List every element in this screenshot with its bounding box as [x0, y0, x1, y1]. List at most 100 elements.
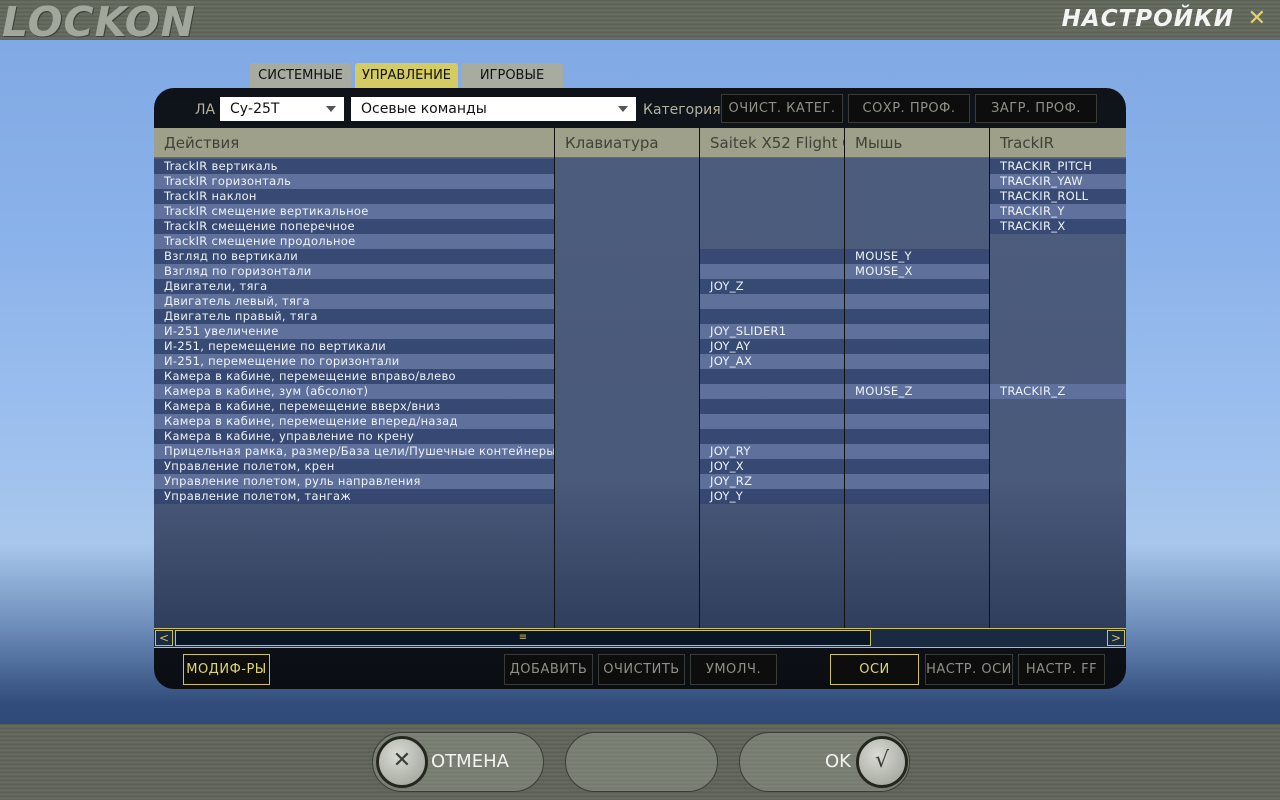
table-row[interactable]: Прицельная рамка, размер/База цели/Пушеч…	[154, 444, 1126, 459]
keyboard-cell[interactable]	[555, 234, 699, 249]
keyboard-cell[interactable]	[555, 369, 699, 384]
joystick-cell[interactable]	[700, 264, 844, 279]
keyboard-cell[interactable]	[555, 444, 699, 459]
action-cell[interactable]: TrackIR горизонталь	[154, 174, 554, 189]
keyboard-cell[interactable]	[555, 174, 699, 189]
table-row[interactable]: Камера в кабине, перемещение вперед/наза…	[154, 414, 1126, 429]
column-header-joystick[interactable]: Saitek X52 Flight C	[700, 128, 853, 158]
joystick-cell[interactable]: JOY_AX	[700, 354, 844, 369]
trackir-cell[interactable]	[990, 354, 1126, 369]
action-cell[interactable]: Управление полетом, руль направления	[154, 474, 554, 489]
trackir-cell[interactable]	[990, 489, 1126, 504]
tab-gameplay[interactable]: ИГРОВЫЕ	[461, 63, 563, 88]
table-row[interactable]: Камера в кабине, перемещение вправо/влев…	[154, 369, 1126, 384]
keyboard-cell[interactable]	[555, 279, 699, 294]
joystick-cell[interactable]: JOY_X	[700, 459, 844, 474]
mouse-cell[interactable]: MOUSE_Z	[845, 384, 989, 399]
table-row[interactable]: Камера в кабине, управление по крену	[154, 429, 1126, 444]
keyboard-cell[interactable]	[555, 384, 699, 399]
keyboard-cell[interactable]	[555, 249, 699, 264]
column-header-keyboard[interactable]: Клавиатура	[555, 128, 699, 158]
table-row[interactable]: TrackIR смещение продольное	[154, 234, 1126, 249]
mouse-cell[interactable]: MOUSE_Y	[845, 249, 989, 264]
table-row[interactable]: TrackIR наклон TRACKIR_ROLL	[154, 189, 1126, 204]
table-row[interactable]: Взгляд по горизонтали MOUSE_X	[154, 264, 1126, 279]
mouse-cell[interactable]	[845, 294, 989, 309]
keyboard-cell[interactable]	[555, 429, 699, 444]
joystick-cell[interactable]: JOY_RY	[700, 444, 844, 459]
load-profile-button[interactable]: ЗАГР. ПРОФ.	[975, 94, 1097, 123]
tab-system[interactable]: СИСТЕМНЫЕ	[250, 63, 351, 88]
trackir-cell[interactable]: TRACKIR_PITCH	[990, 159, 1126, 174]
trackir-cell[interactable]	[990, 279, 1126, 294]
trackir-cell[interactable]	[990, 234, 1126, 249]
trackir-cell[interactable]	[990, 369, 1126, 384]
mouse-cell[interactable]	[845, 324, 989, 339]
keyboard-cell[interactable]	[555, 399, 699, 414]
keyboard-cell[interactable]	[555, 339, 699, 354]
ok-button[interactable]: OK √	[739, 732, 910, 792]
trackir-cell[interactable]	[990, 414, 1126, 429]
column-header-trackir[interactable]: TrackIR	[990, 128, 1126, 158]
axes-button[interactable]: ОСИ	[830, 654, 919, 685]
joystick-cell[interactable]: JOY_AY	[700, 339, 844, 354]
mouse-cell[interactable]	[845, 309, 989, 324]
joystick-cell[interactable]	[700, 204, 844, 219]
table-row[interactable]: Управление полетом, тангаж JOY_Y	[154, 489, 1126, 504]
action-cell[interactable]: Двигатели, тяга	[154, 279, 554, 294]
trackir-cell[interactable]	[990, 474, 1126, 489]
mouse-cell[interactable]	[845, 159, 989, 174]
clear-button[interactable]: ОЧИСТИТЬ	[598, 654, 685, 685]
table-row[interactable]: И-251, перемещение по вертикали JOY_AY	[154, 339, 1126, 354]
keyboard-cell[interactable]	[555, 474, 699, 489]
mouse-cell[interactable]	[845, 429, 989, 444]
action-cell[interactable]: Взгляд по вертикали	[154, 249, 554, 264]
table-row[interactable]: TrackIR горизонталь TRACKIR_YAW	[154, 174, 1126, 189]
trackir-cell[interactable]	[990, 444, 1126, 459]
mouse-cell[interactable]	[845, 354, 989, 369]
trackir-cell[interactable]: TRACKIR_Y	[990, 204, 1126, 219]
action-cell[interactable]: TrackIR смещение вертикальное	[154, 204, 554, 219]
table-row[interactable]: Двигатель правый, тяга	[154, 309, 1126, 324]
mouse-cell[interactable]: MOUSE_X	[845, 264, 989, 279]
trackir-cell[interactable]: TRACKIR_X	[990, 219, 1126, 234]
joystick-cell[interactable]	[700, 384, 844, 399]
action-cell[interactable]: Двигатель левый, тяга	[154, 294, 554, 309]
close-icon[interactable]: ✕	[1248, 6, 1266, 31]
keyboard-cell[interactable]	[555, 204, 699, 219]
joystick-cell[interactable]	[700, 414, 844, 429]
joystick-cell[interactable]: JOY_Z	[700, 279, 844, 294]
trackir-cell[interactable]	[990, 309, 1126, 324]
trackir-cell[interactable]	[990, 294, 1126, 309]
clear-category-button[interactable]: ОЧИСТ. КАТЕГ.	[721, 94, 843, 123]
action-cell[interactable]: Взгляд по горизонтали	[154, 264, 554, 279]
scroll-right-icon[interactable]: >	[1107, 630, 1125, 646]
add-button[interactable]: ДОБАВИТЬ	[504, 654, 593, 685]
mouse-cell[interactable]	[845, 279, 989, 294]
joystick-cell[interactable]	[700, 159, 844, 174]
mouse-cell[interactable]	[845, 444, 989, 459]
mouse-cell[interactable]	[845, 474, 989, 489]
scroll-thumb[interactable]: ≡	[175, 630, 871, 646]
keyboard-cell[interactable]	[555, 159, 699, 174]
joystick-cell[interactable]	[700, 309, 844, 324]
keyboard-cell[interactable]	[555, 414, 699, 429]
keyboard-cell[interactable]	[555, 489, 699, 504]
action-cell[interactable]: И-251, перемещение по вертикали	[154, 339, 554, 354]
mouse-cell[interactable]	[845, 204, 989, 219]
action-cell[interactable]: И-251, перемещение по горизонтали	[154, 354, 554, 369]
action-cell[interactable]: Прицельная рамка, размер/База цели/Пушеч…	[154, 444, 554, 459]
action-cell[interactable]: Камера в кабине, перемещение вперед/наза…	[154, 414, 554, 429]
joystick-cell[interactable]	[700, 219, 844, 234]
action-cell[interactable]: И-251 увеличение	[154, 324, 554, 339]
table-row[interactable]: Взгляд по вертикали MOUSE_Y	[154, 249, 1126, 264]
joystick-cell[interactable]	[700, 294, 844, 309]
axis-tune-button[interactable]: НАСТР. ОСИ	[925, 654, 1013, 685]
ff-tune-button[interactable]: НАСТР. FF	[1018, 654, 1105, 685]
trackir-cell[interactable]	[990, 249, 1126, 264]
table-row[interactable]: Двигатель левый, тяга	[154, 294, 1126, 309]
table-row[interactable]: TrackIR вертикаль TRACKIR_PITCH	[154, 159, 1126, 174]
action-cell[interactable]: TrackIR вертикаль	[154, 159, 554, 174]
mouse-cell[interactable]	[845, 174, 989, 189]
joystick-cell[interactable]	[700, 369, 844, 384]
